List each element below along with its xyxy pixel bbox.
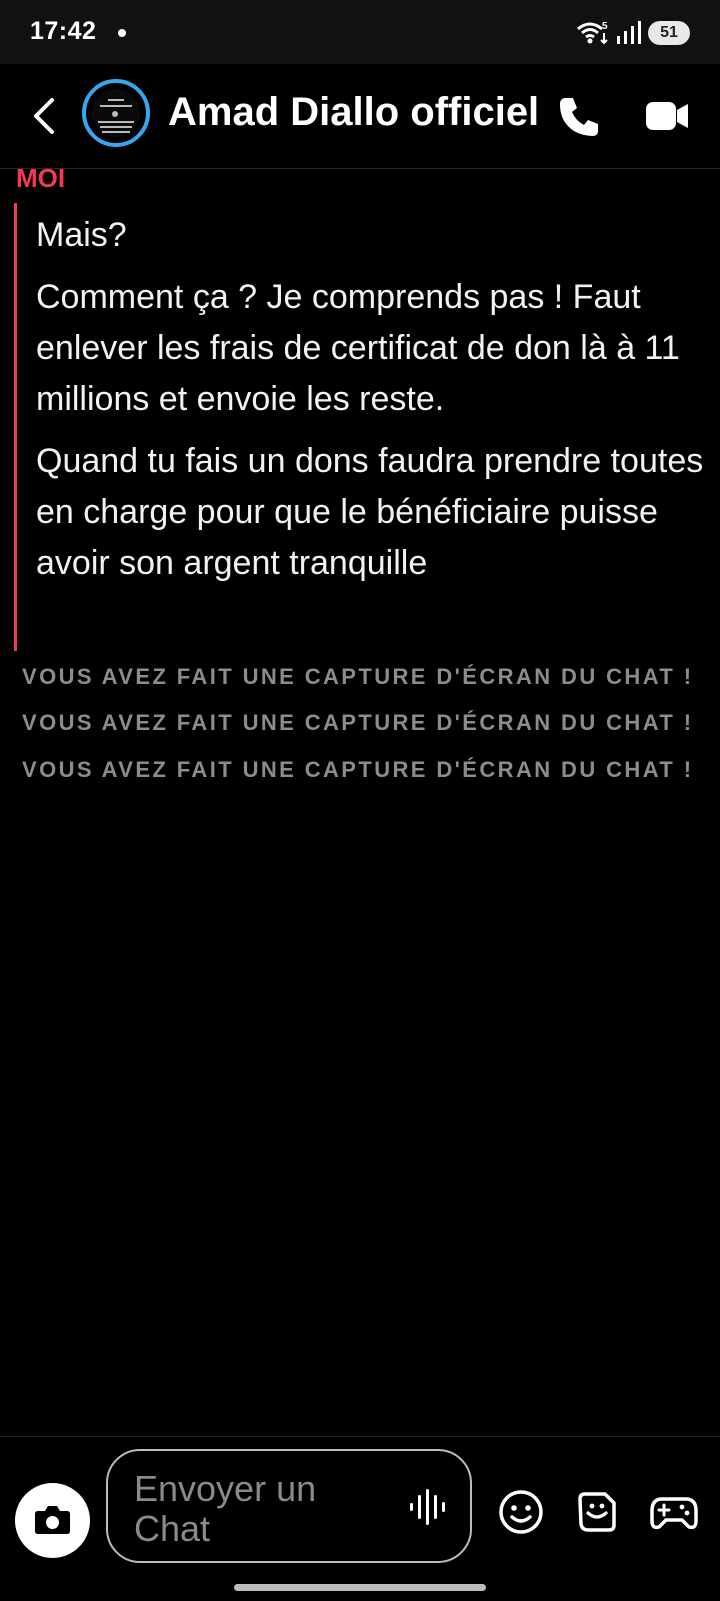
notification-dot xyxy=(118,29,126,37)
composer-bar: Envoyer un Chat xyxy=(0,1436,720,1601)
video-icon[interactable] xyxy=(644,96,690,136)
message-group-accent-bar xyxy=(14,203,17,651)
status-bar: 17:42 5 51 xyxy=(0,0,720,64)
chat-message[interactable]: Quand tu fais un dons faudra prendre tou… xyxy=(36,436,712,589)
avatar[interactable] xyxy=(82,79,150,147)
signal-icon xyxy=(617,21,641,44)
chat-message[interactable]: Comment ça ? Je comprends pas ! Faut enl… xyxy=(36,272,712,425)
battery-indicator: 51 xyxy=(648,21,690,45)
back-icon[interactable] xyxy=(24,92,64,140)
emoji-icon[interactable] xyxy=(498,1489,544,1535)
sticker-icon[interactable] xyxy=(574,1489,620,1535)
chat-input-placeholder: Envoyer un Chat xyxy=(134,1468,317,1549)
phone-icon[interactable] xyxy=(556,94,602,140)
screenshot-notice: VOUS AVEZ FAIT UNE CAPTURE D'ÉCRAN DU CH… xyxy=(22,664,694,689)
contact-name[interactable]: Amad Diallo officiel xyxy=(168,90,539,135)
screenshot-notice: VOUS AVEZ FAIT UNE CAPTURE D'ÉCRAN DU CH… xyxy=(22,757,694,782)
screenshot-notice: VOUS AVEZ FAIT UNE CAPTURE D'ÉCRAN DU CH… xyxy=(22,710,694,735)
chat-message[interactable]: Mais? xyxy=(36,210,712,261)
wifi-icon: 5 xyxy=(577,21,608,45)
battery-level: 51 xyxy=(660,24,678,41)
sender-label: MOI xyxy=(16,163,66,193)
game-icon[interactable] xyxy=(650,1493,698,1533)
camera-icon xyxy=(35,1506,70,1534)
avatar-image xyxy=(92,89,140,137)
voice-icon[interactable] xyxy=(408,1489,452,1525)
chat-header: Amad Diallo officiel xyxy=(0,64,720,169)
home-indicator[interactable] xyxy=(234,1584,486,1591)
chat-input[interactable]: Envoyer un Chat xyxy=(106,1449,472,1563)
network-badge: 5 xyxy=(602,21,608,32)
status-time: 17:42 xyxy=(30,17,97,45)
camera-button[interactable] xyxy=(15,1483,90,1558)
